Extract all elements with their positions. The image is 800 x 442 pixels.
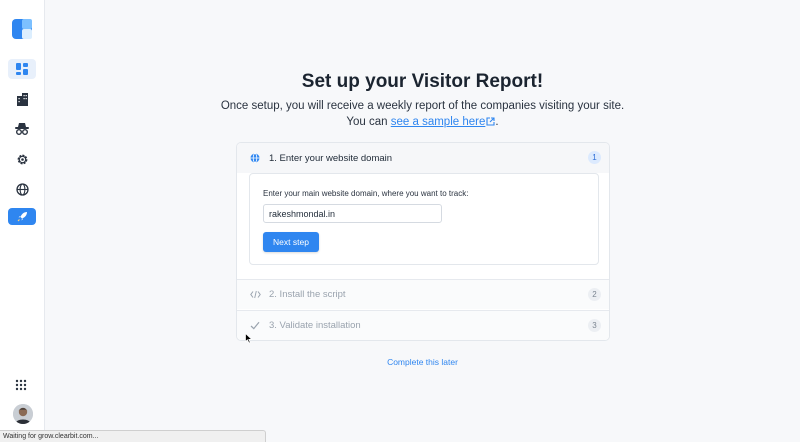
sidebar-item-visitors[interactable] — [8, 119, 36, 139]
page-title: Set up your Visitor Report! — [301, 71, 544, 92]
subtitle-suffix: . — [495, 116, 499, 128]
sidebar-item-settings[interactable] — [8, 149, 36, 169]
code-icon — [249, 289, 261, 301]
complete-later-link[interactable]: Complete this later — [45, 357, 800, 367]
next-step-button[interactable]: Next step — [263, 232, 319, 252]
step-1-number-badge: 1 — [588, 151, 601, 164]
dashboard-icon — [16, 63, 28, 75]
gear-icon — [17, 154, 27, 164]
step-1-label: 1. Enter your website domain — [269, 152, 393, 164]
step-2-header[interactable]: 2. Install the script 2 — [237, 279, 609, 309]
sidebar-item-web[interactable] — [8, 179, 36, 199]
domain-prompt: Enter your main website domain, where yo… — [263, 189, 469, 198]
step-3-header[interactable]: 3. Validate installation 3 — [237, 310, 609, 340]
mouse-cursor-icon — [245, 331, 253, 349]
sidebar-item-getting-started[interactable] — [8, 208, 36, 225]
sidebar-item-dashboard[interactable] — [8, 59, 36, 79]
visitor-spy-icon — [15, 123, 29, 135]
setup-steps-card: 1. Enter your website domain 1 Enter you… — [236, 142, 610, 341]
page-subtitle: Once setup, you will receive a weekly re… — [45, 98, 800, 130]
clearbit-logo[interactable] — [12, 19, 32, 39]
subtitle-sample-line: You can see a sample here. — [45, 114, 800, 130]
sidebar — [0, 0, 45, 442]
step-2-label: 2. Install the script — [269, 289, 346, 300]
step-1-header[interactable]: 1. Enter your website domain 1 — [237, 143, 609, 173]
domain-form: Enter your main website domain, where yo… — [249, 173, 599, 265]
sample-link-label: see a sample here — [390, 116, 486, 128]
sidebar-item-companies[interactable] — [8, 89, 36, 109]
check-icon — [249, 320, 261, 332]
globe-icon — [15, 182, 29, 196]
sample-link[interactable]: see a sample here — [391, 116, 496, 128]
rocket-icon — [17, 212, 27, 222]
buildings-icon — [16, 92, 28, 106]
step-3-number-badge: 3 — [588, 319, 601, 332]
subtitle-line: Once setup, you will receive a weekly re… — [220, 100, 625, 112]
step-3-label: 3. Validate installation — [269, 320, 361, 331]
user-avatar[interactable] — [13, 404, 33, 424]
apps-grid-icon[interactable] — [15, 378, 27, 396]
step-2-number-badge: 2 — [588, 288, 601, 301]
domain-input[interactable] — [263, 204, 442, 223]
browser-status-bar: Waiting for grow.clearbit.com... — [0, 430, 266, 442]
subtitle-prefix: You can — [346, 116, 391, 128]
globe-icon — [249, 152, 261, 164]
